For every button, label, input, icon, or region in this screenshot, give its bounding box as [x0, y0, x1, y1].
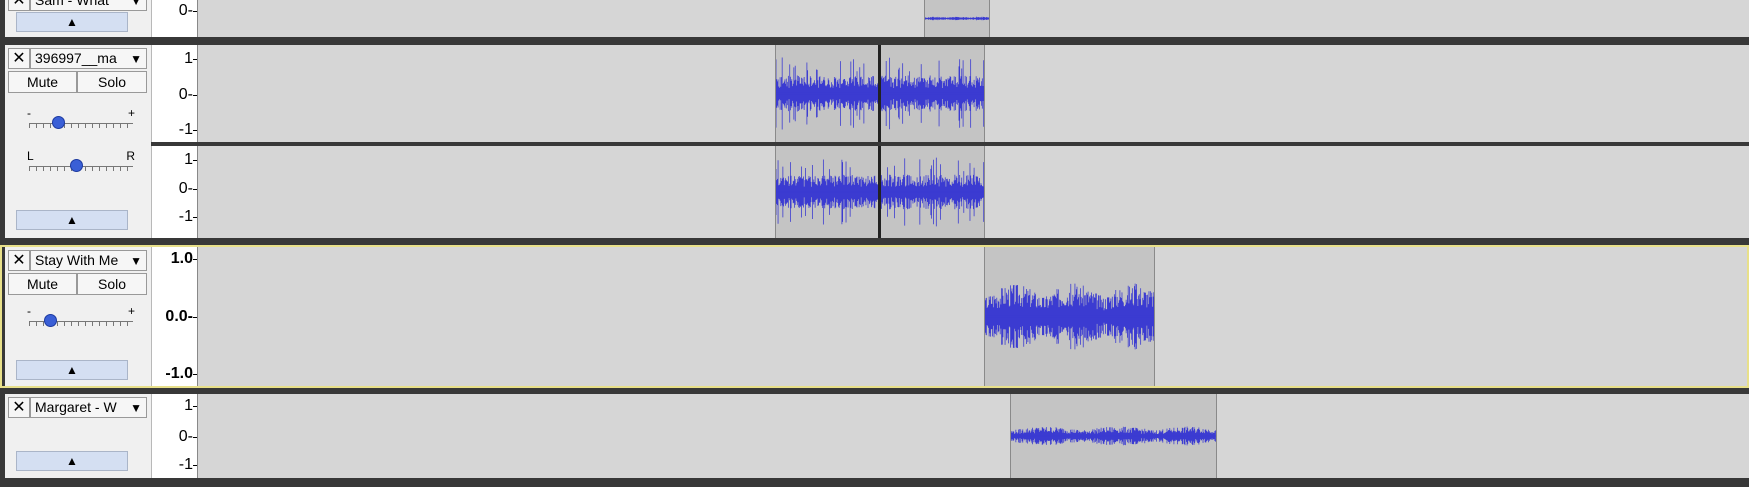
solo-button[interactable]: Solo — [77, 273, 147, 295]
track-control-panel: ✕ Stay With Me ▼ Mute Solo - + ▲ — [5, 247, 151, 386]
ruler-label-top: 1.0 — [170, 250, 198, 267]
track-name-menu[interactable]: Stay With Me ▼ — [30, 250, 147, 271]
ruler-label-top: 1 — [184, 151, 197, 168]
channel-right: 1 0- -1 — [0, 146, 1749, 238]
vertical-ruler: 0- — [151, 0, 198, 37]
waveform-area[interactable] — [197, 45, 1749, 142]
waveform — [1011, 426, 1216, 446]
ruler-label-zero: 0- — [178, 2, 198, 19]
ruler-label-bottom: -1 — [178, 456, 198, 473]
track-name: Margaret - W — [35, 399, 117, 415]
audio-clip[interactable] — [775, 146, 879, 238]
audio-clip[interactable] — [984, 247, 1155, 386]
vertical-ruler: 1 0- -1 — [151, 146, 198, 238]
track-separator — [0, 238, 1749, 245]
track-control-panel: ✕ Margaret - W ▼ ▲ — [5, 394, 151, 478]
chevron-down-icon: ▼ — [130, 254, 142, 268]
gain-slider-thumb[interactable] — [43, 314, 57, 327]
track-separator — [0, 37, 1749, 45]
ruler-label-bottom: -1.0 — [165, 365, 197, 382]
channel-left: 1 0- -1 — [0, 45, 1749, 142]
collapse-track-button[interactable]: ▲ — [16, 451, 128, 471]
gain-slider[interactable]: - + — [21, 304, 141, 332]
waveform — [880, 157, 984, 227]
track-sam-what: ✕ Sam - What ▼ ▲ 0- — [0, 0, 1749, 37]
waveform — [925, 16, 989, 21]
close-track-button[interactable]: ✕ — [8, 250, 30, 271]
clip-boundary — [878, 146, 881, 238]
waveform — [985, 283, 1154, 350]
audio-clip[interactable] — [879, 45, 985, 142]
waveform-area[interactable] — [197, 394, 1749, 478]
track-control-panel: ✕ Sam - What ▼ ▲ — [5, 0, 151, 37]
waveform — [776, 159, 878, 225]
collapse-track-button[interactable]: ▲ — [16, 12, 128, 32]
audio-clip[interactable] — [879, 146, 985, 238]
audio-clip[interactable] — [924, 0, 990, 37]
waveform — [880, 57, 984, 130]
ruler-label-zero: 0.0- — [165, 308, 197, 325]
ruler-label-zero: 0- — [178, 428, 198, 445]
ruler-label-top: 1 — [184, 397, 197, 414]
gain-min-label: - — [27, 304, 31, 318]
audio-clip[interactable] — [775, 45, 879, 142]
track-396997: ✕ 396997__ma ▼ Mute Solo - + L R ▲ 1 0- … — [0, 45, 1749, 238]
track-name-menu[interactable]: Margaret - W ▼ — [30, 397, 147, 418]
waveform-area[interactable] — [197, 247, 1747, 386]
vertical-ruler: 1 0- -1 — [151, 45, 198, 142]
ruler-label-bottom: -1 — [178, 208, 198, 225]
ruler-label-zero: 0- — [178, 86, 198, 103]
track-separator — [0, 478, 1749, 487]
close-track-button[interactable]: ✕ — [8, 0, 30, 11]
ruler-label-bottom: -1 — [178, 121, 198, 138]
track-stay-with-me: ✕ Stay With Me ▼ Mute Solo - + ▲ 1.0 0.0… — [0, 245, 1749, 388]
waveform-area[interactable] — [197, 146, 1749, 238]
track-name: Sam - What — [35, 0, 109, 8]
ruler-label-zero: 0- — [178, 180, 198, 197]
chevron-down-icon: ▼ — [130, 401, 142, 415]
audio-clip[interactable] — [1010, 394, 1217, 478]
vertical-ruler: 1 0- -1 — [151, 394, 198, 478]
close-track-button[interactable]: ✕ — [8, 397, 30, 418]
waveform — [776, 57, 878, 130]
ruler-label-top: 1 — [184, 50, 197, 67]
track-margaret: ✕ Margaret - W ▼ ▲ 1 0- -1 — [0, 394, 1749, 478]
track-name-menu[interactable]: Sam - What ▼ — [30, 0, 147, 11]
clip-boundary — [878, 45, 881, 142]
collapse-track-button[interactable]: ▲ — [16, 360, 128, 380]
chevron-down-icon: ▼ — [130, 0, 142, 8]
mute-button[interactable]: Mute — [8, 273, 77, 295]
vertical-ruler: 1.0 0.0- -1.0 — [151, 247, 198, 386]
track-name: Stay With Me — [35, 252, 119, 268]
waveform-area[interactable] — [197, 0, 1749, 37]
gain-max-label: + — [127, 304, 135, 318]
